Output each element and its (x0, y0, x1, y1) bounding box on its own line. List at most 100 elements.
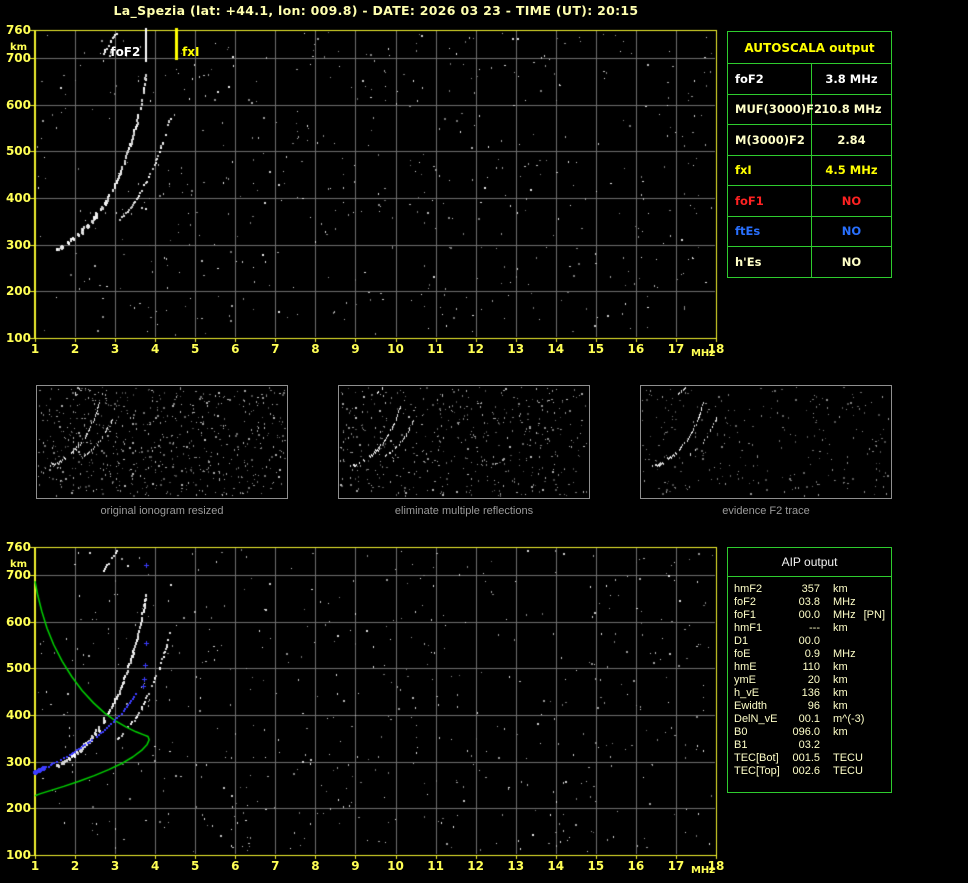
y-tick-label: 400 (5, 191, 31, 205)
table-row: h'Es NO (728, 247, 891, 278)
table-row: B1 03.2 (728, 739, 891, 752)
x-tick-label: 11 (427, 859, 444, 873)
aip-param-unit: MHz (833, 596, 856, 608)
aip-param-label: DelN_vE (734, 713, 778, 725)
autoscala-output-table: AUTOSCALA output foF2 3.8 MHz MUF(3000)F2 1… (727, 31, 892, 278)
x-tick-label: 12 (467, 342, 484, 356)
parameter-value: 3.8 MHz (825, 71, 878, 86)
aip-param-unit: MHz (833, 609, 856, 621)
x-tick-label: 16 (627, 342, 645, 356)
y-tick-label: 100 (5, 331, 31, 345)
table-row: TEC[Bot] 001.5 TECU (728, 752, 891, 765)
parameter-label: ftEs (728, 216, 812, 246)
aip-param-value: 03.2 (798, 739, 820, 751)
x-tick-label: 15 (587, 342, 605, 356)
aip-param-label: hmF2 (734, 583, 763, 595)
table-row: foF1 NO (728, 186, 891, 217)
aip-param-unit: km (833, 674, 848, 686)
table-row: D1 00.0 (728, 635, 891, 648)
x-tick-label: 6 (231, 859, 240, 873)
parameter-label: foF1 (728, 186, 812, 216)
aip-param-unit: TECU (833, 752, 863, 764)
x-tick-label: 13 (507, 342, 525, 356)
aip-param-label: foE (734, 648, 751, 660)
aip-param-unit: km (833, 700, 848, 712)
x-axis-unit-label: MHz (690, 865, 716, 876)
aip-param-value: 136 (801, 687, 820, 699)
aip-param-value: 357 (801, 583, 820, 595)
y-tick-label: 200 (5, 284, 31, 299)
y-tick-label: 500 (5, 144, 31, 159)
x-tick-label: 3 (110, 342, 120, 356)
table-row: B0 096.0 km (728, 726, 891, 739)
y-tick-label: 500 (5, 661, 31, 676)
parameter-value: 4.5 MHz (825, 163, 878, 178)
aip-param-unit: TECU (833, 765, 863, 777)
panel-caption: eliminate multiple reflections (394, 505, 534, 517)
panel-caption: evidence F2 trace (722, 505, 810, 517)
y-tick-label: 760 (5, 540, 31, 554)
x-tick-label: 16 (627, 859, 645, 873)
x-tick-label: 14 (547, 859, 565, 873)
x-tick-label: 2 (70, 859, 80, 873)
table-row: MUF(3000)F2 10.8 MHz (728, 94, 891, 125)
x-tick-label: 14 (547, 342, 565, 356)
table-row: hmF2 357 km (728, 583, 891, 596)
aip-param-label: h_vE (734, 687, 760, 699)
aip-param-unit: km (833, 661, 848, 673)
table-row: foF2 3.8 MHz (728, 64, 891, 95)
aip-param-label: B0 (734, 726, 748, 738)
x-tick-label: 8 (311, 342, 320, 356)
aip-param-value: 96 (807, 700, 820, 712)
aip-param-value: --- (809, 622, 820, 634)
table-row: fxI 4.5 MHz (728, 155, 891, 186)
parameter-label: h'Es (728, 247, 812, 278)
aip-param-unit: km (833, 583, 848, 595)
aip-param-label: B1 (734, 739, 748, 751)
parameter-label: fxI (728, 155, 812, 185)
aip-param-value: 00.0 (798, 609, 820, 621)
x-tick-label: 2 (70, 342, 80, 356)
aip-param-label: Ewidth (734, 700, 768, 712)
x-tick-label: 13 (507, 859, 525, 873)
x-tick-label: 4 (150, 342, 160, 356)
y-tick-label: 700 (5, 568, 31, 582)
table-row: M(3000)F2 2.84 (728, 125, 891, 156)
x-tick-label: 4 (150, 859, 160, 873)
aip-param-label: hmE (734, 661, 757, 673)
parameter-value: 10.8 MHz (821, 102, 882, 117)
aip-param-value: 110 (802, 661, 820, 673)
aip-param-label: TEC[Top] (734, 765, 780, 777)
table-row: ymE 20 km (728, 674, 891, 687)
y-tick-label: 700 (5, 51, 31, 65)
panel-caption: original ionogram resized (100, 505, 224, 517)
aip-param-label: foF1 (734, 609, 757, 621)
aip-param-value: 00.0 (798, 635, 820, 647)
x-tick-label: 3 (110, 859, 120, 873)
x-axis-unit-label: MHz (690, 348, 716, 359)
x-tick-label: 9 (351, 859, 360, 873)
y-tick-label: 760 (5, 23, 31, 37)
x-tick-label: 8 (311, 859, 320, 873)
parameter-value: NO (841, 193, 862, 208)
y-tick-label: 300 (5, 754, 31, 769)
aip-param-label: TEC[Bot] (734, 752, 779, 764)
x-tick-label: 5 (191, 342, 200, 356)
aip-param-unit: km (833, 687, 848, 699)
table-row: ftEs NO (728, 216, 891, 247)
x-tick-label: 7 (271, 342, 280, 356)
aip-param-value: 20 (807, 674, 820, 686)
y-tick-label: 100 (5, 848, 31, 862)
table-row: foF1 00.0 MHz [PN] (728, 609, 891, 622)
table-row: hmE 110 km (728, 661, 891, 674)
y-tick-label: 200 (5, 801, 31, 816)
aip-param-unit: MHz (833, 648, 856, 660)
aip-param-label: hmF1 (734, 622, 763, 634)
aip-table-header: AIP output (728, 548, 891, 577)
x-tick-label: 1 (30, 859, 40, 873)
table-row: h_vE 136 km (728, 687, 891, 700)
table-row: DelN_vE 00.1 m^(-3) (728, 713, 891, 726)
aip-param-value: 002.6 (792, 765, 820, 777)
aip-param-unit: m^(-3) (833, 713, 865, 725)
aip-param-label: D1 (734, 635, 749, 647)
